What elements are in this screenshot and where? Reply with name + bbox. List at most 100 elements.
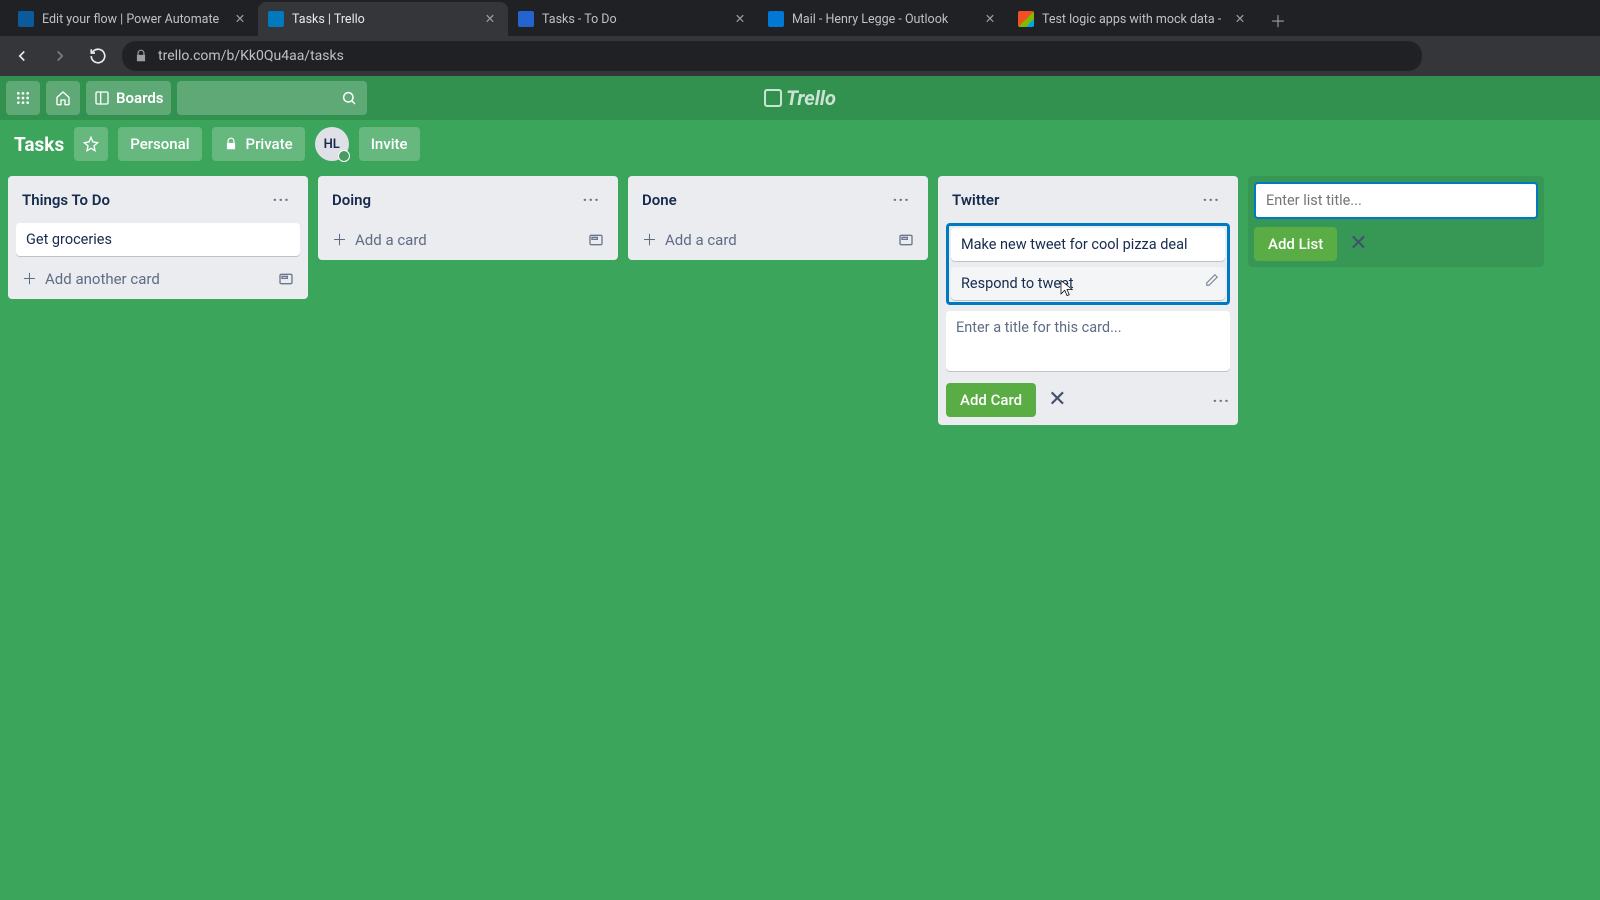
boards-label: Boards (116, 89, 163, 107)
favicon-icon (268, 11, 284, 27)
browser-tab[interactable]: Test logic apps with mock data - ✕ (1008, 2, 1258, 36)
add-card-button-label: Add Card (960, 391, 1022, 409)
template-icon[interactable] (898, 232, 914, 248)
home-button[interactable] (46, 81, 80, 115)
add-card-button[interactable]: Add Card (946, 383, 1036, 417)
card-title: Respond to tweet (961, 275, 1074, 292)
add-list-input[interactable] (1254, 182, 1538, 219)
apps-icon (15, 90, 31, 106)
invite-button[interactable]: Invite (359, 127, 420, 161)
add-card-label: Add a card (355, 231, 427, 249)
add-card-label: Add another card (45, 270, 160, 288)
avatar-initials: HL (324, 137, 340, 152)
lock-icon (134, 49, 148, 63)
tab-title: Tasks | Trello (292, 12, 474, 27)
visibility-label: Private (246, 135, 293, 153)
list-title[interactable]: Done (642, 191, 677, 209)
browser-tab-strip: Edit your flow | Power Automate ✕ Tasks … (0, 0, 1600, 36)
trello-logo[interactable]: Trello (764, 86, 836, 110)
card-title: Make new tweet for cool pizza deal (961, 236, 1187, 253)
close-icon[interactable]: ✕ (1048, 389, 1066, 411)
close-icon[interactable]: ✕ (1232, 11, 1248, 27)
reload-icon (89, 47, 107, 65)
add-list-button-label: Add List (1268, 235, 1323, 253)
tab-title: Tasks - To Do (542, 12, 724, 27)
forward-button[interactable] (46, 42, 74, 70)
trello-board-page: Boards Trello Tasks Personal Private HL … (0, 76, 1600, 900)
tab-title: Edit your flow | Power Automate (42, 12, 224, 27)
lock-icon (224, 137, 238, 151)
close-icon[interactable]: ✕ (732, 11, 748, 27)
template-icon[interactable] (278, 271, 294, 287)
star-icon (83, 136, 99, 152)
tab-title: Mail - Henry Legge - Outlook (792, 12, 974, 27)
list-menu-button[interactable]: ··· (1199, 186, 1224, 213)
list-twitter: Twitter ··· Make new tweet for cool pizz… (938, 176, 1238, 425)
team-button[interactable]: Personal (118, 127, 201, 161)
composer-menu-button[interactable]: ··· (1213, 391, 1230, 410)
favicon-icon (768, 11, 784, 27)
tab-title: Test logic apps with mock data - (1042, 12, 1224, 27)
add-card-link[interactable]: ＋ Add a card (636, 223, 920, 252)
plus-icon: ＋ (642, 229, 657, 250)
favicon-icon (18, 11, 34, 27)
trello-icon (764, 89, 782, 107)
add-list-composer: Add List ✕ (1248, 176, 1544, 267)
plus-icon: ＋ (332, 229, 347, 250)
top-nav: Boards Trello (0, 76, 1600, 120)
template-icon[interactable] (588, 232, 604, 248)
add-list-button[interactable]: Add List (1254, 227, 1337, 261)
home-icon (55, 90, 71, 106)
browser-tab[interactable]: Mail - Henry Legge - Outlook ✕ (758, 2, 1008, 36)
card-composer-input[interactable]: Enter a title for this card... (946, 311, 1230, 371)
selected-cards-region: Make new tweet for cool pizza deal Respo… (946, 223, 1230, 305)
new-tab-button[interactable]: ＋ (1264, 6, 1292, 34)
list-title[interactable]: Things To Do (22, 191, 110, 209)
add-card-link[interactable]: ＋ Add a card (326, 223, 610, 252)
favicon-icon (1018, 11, 1034, 27)
card[interactable]: Respond to tweet (951, 267, 1225, 300)
list-title[interactable]: Doing (332, 191, 371, 209)
list-done: Done ··· ＋ Add a card (628, 176, 928, 260)
arrow-right-icon (51, 47, 69, 65)
browser-tab[interactable]: Tasks - To Do ✕ (508, 2, 758, 36)
close-icon[interactable]: ✕ (232, 11, 248, 27)
browser-tab[interactable]: Edit your flow | Power Automate ✕ (8, 2, 258, 36)
list-title[interactable]: Twitter (952, 191, 999, 209)
url-text: trello.com/b/Kk0Qu4aa/tasks (158, 48, 344, 64)
card[interactable]: Make new tweet for cool pizza deal (951, 228, 1225, 261)
board-title[interactable]: Tasks (14, 133, 64, 156)
arrow-left-icon (13, 47, 31, 65)
favicon-icon (518, 11, 534, 27)
team-label: Personal (130, 135, 189, 153)
list-menu-button[interactable]: ··· (889, 186, 914, 213)
list-things-to-do: Things To Do ··· Get groceries ＋Add anot… (8, 176, 308, 299)
add-card-link[interactable]: ＋Add another card (16, 262, 300, 291)
close-icon[interactable]: ✕ (1349, 233, 1367, 255)
list-menu-button[interactable]: ··· (269, 186, 294, 213)
list-menu-button[interactable]: ··· (579, 186, 604, 213)
browser-tab-active[interactable]: Tasks | Trello ✕ (258, 2, 508, 36)
board-header: Tasks Personal Private HL Invite (0, 120, 1600, 168)
card[interactable]: Get groceries (16, 223, 300, 256)
back-button[interactable] (8, 42, 36, 70)
close-icon[interactable]: ✕ (482, 11, 498, 27)
board-canvas[interactable]: Things To Do ··· Get groceries ＋Add anot… (0, 168, 1600, 900)
card-title: Get groceries (26, 231, 112, 248)
pencil-icon[interactable] (1205, 273, 1219, 287)
close-icon[interactable]: ✕ (982, 11, 998, 27)
avatar[interactable]: HL (315, 127, 349, 161)
star-button[interactable] (74, 127, 108, 161)
reload-button[interactable] (84, 42, 112, 70)
apps-button[interactable] (6, 81, 40, 115)
boards-button[interactable]: Boards (86, 81, 171, 115)
invite-label: Invite (371, 135, 408, 153)
url-input[interactable]: trello.com/b/Kk0Qu4aa/tasks (122, 41, 1422, 71)
board-icon (94, 90, 110, 106)
brand-text: Trello (786, 86, 836, 110)
visibility-button[interactable]: Private (212, 127, 305, 161)
search-input[interactable] (177, 81, 367, 115)
list-doing: Doing ··· ＋ Add a card (318, 176, 618, 260)
composer-placeholder: Enter a title for this card... (956, 319, 1122, 336)
add-card-label: Add a card (665, 231, 737, 249)
